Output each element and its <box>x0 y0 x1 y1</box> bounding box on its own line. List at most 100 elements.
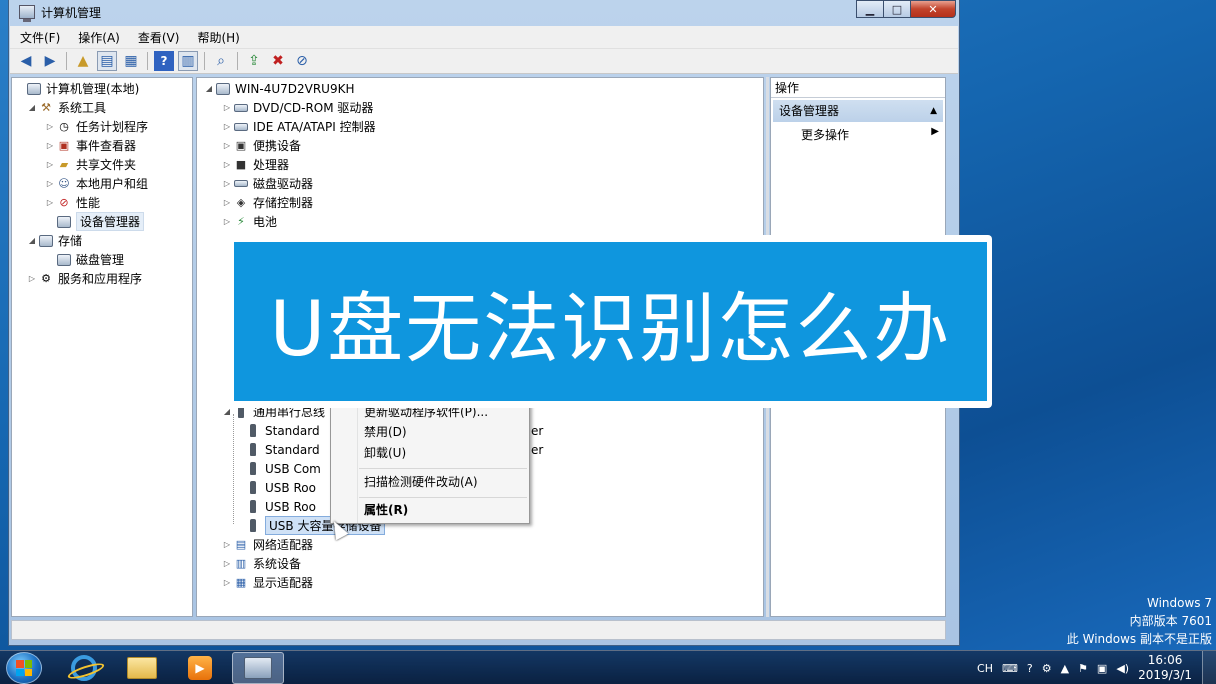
tree-item-shared-folders[interactable]: ▷ ▰ 共享文件夹 <box>44 155 136 174</box>
taskbar-internet-explorer[interactable] <box>58 652 110 684</box>
show-desktop-button[interactable] <box>1202 651 1216 684</box>
toolbar-separator <box>66 52 67 70</box>
start-button[interactable] <box>6 652 42 684</box>
taskbar-file-explorer[interactable] <box>116 652 168 684</box>
expand-triangle-icon[interactable]: ▷ <box>221 540 233 549</box>
expand-triangle-icon[interactable]: ▷ <box>221 103 233 112</box>
clock[interactable]: 16:06 2019/3/1 <box>1138 653 1192 683</box>
collapse-triangle-icon[interactable]: ◢ <box>26 236 38 245</box>
device-category-label: 系统设备 <box>253 557 302 571</box>
processor-icon: ■ <box>235 158 247 171</box>
help-icon[interactable]: ? <box>1027 662 1033 675</box>
menu-disable[interactable]: 禁用(D) <box>364 422 407 442</box>
expand-triangle-icon[interactable]: ▷ <box>221 179 233 188</box>
menu-file[interactable]: 文件(F) <box>20 29 60 46</box>
expand-triangle-icon[interactable]: ▷ <box>44 122 56 131</box>
device-category[interactable]: ▷ IDE ATA/ATAPI 控制器 <box>221 117 376 136</box>
expand-triangle-icon[interactable]: ▷ <box>44 141 56 150</box>
tree-item-disk-management[interactable]: 磁盘管理 <box>44 250 124 269</box>
show-hidden-icons-icon[interactable]: ▲ <box>1061 662 1069 675</box>
tree-item-system-tools[interactable]: ◢ ⚒ 系统工具 <box>26 98 106 117</box>
update-driver-icon[interactable]: ⇪ <box>244 51 264 71</box>
export-list-icon[interactable]: ▦ <box>121 51 141 71</box>
title-bar[interactable]: 计算机管理 <box>9 0 959 24</box>
uninstall-icon[interactable]: ✖ <box>268 51 288 71</box>
up-folder-icon[interactable]: ▲ <box>73 51 93 71</box>
actions-section-device-manager[interactable]: 设备管理器 ▲ <box>773 100 943 122</box>
language-indicator[interactable]: CH <box>977 662 993 675</box>
device-category[interactable]: ▷ DVD/CD-ROM 驱动器 <box>221 98 374 117</box>
tree-item-local-users[interactable]: ▷ ☺ 本地用户和组 <box>44 174 148 193</box>
tree-item-services-apps[interactable]: ▷ ⚙ 服务和应用程序 <box>26 269 142 288</box>
device-category-label: 电池 <box>253 215 278 229</box>
usb-device[interactable]: Standard <box>245 421 320 440</box>
volume-icon[interactable]: ◀) <box>1116 662 1129 675</box>
back-arrow-icon[interactable]: ◀ <box>16 51 36 71</box>
more-actions-link[interactable]: 更多操作 <box>801 126 849 143</box>
expand-triangle-icon[interactable]: ▷ <box>44 179 56 188</box>
device-tree-root[interactable]: ◢ WIN-4U7D2VRU9KH <box>203 79 355 98</box>
menu-properties[interactable]: 属性(R) <box>364 500 408 520</box>
expand-triangle-icon[interactable]: ▷ <box>221 141 233 150</box>
expand-triangle-icon[interactable]: ▷ <box>44 160 56 169</box>
context-menu-gutter <box>357 401 358 523</box>
menu-action[interactable]: 操作(A) <box>78 29 120 46</box>
computer-icon <box>215 81 231 96</box>
tree-item-label: 本地用户和组 <box>76 177 149 191</box>
device-category[interactable]: ▷ ◈ 存储控制器 <box>221 193 313 212</box>
menu-scan-hardware[interactable]: 扫描检测硬件改动(A) <box>364 472 478 492</box>
device-category[interactable]: ▷ ⚡ 电池 <box>221 212 277 231</box>
device-category[interactable]: ▷ ▥ 系统设备 <box>221 554 301 573</box>
menu-bar: 文件(F) 操作(A) 查看(V) 帮助(H) <box>10 26 958 48</box>
expand-triangle-icon[interactable]: ▷ <box>221 559 233 568</box>
tree-item-task-scheduler[interactable]: ▷ ◷ 任务计划程序 <box>44 117 148 136</box>
minimize-button[interactable]: ▁ <box>856 0 883 18</box>
scan-hardware-icon[interactable]: ⌕ <box>211 51 231 71</box>
expand-triangle-icon[interactable]: ▷ <box>221 217 233 226</box>
expand-triangle-icon[interactable]: ▷ <box>221 122 233 131</box>
device-category[interactable]: ▷ ▣ 便携设备 <box>221 136 301 155</box>
usb-device[interactable]: USB Roo <box>245 497 316 516</box>
tree-item-event-viewer[interactable]: ▷ ▣ 事件查看器 <box>44 136 136 155</box>
maximize-button[interactable]: □ <box>883 0 910 18</box>
device-category[interactable]: ▷ ■ 处理器 <box>221 155 289 174</box>
expand-triangle-icon[interactable]: ▷ <box>44 198 56 207</box>
keyboard-icon[interactable]: ⌨ <box>1002 662 1018 675</box>
taskbar-media-player[interactable]: ▶ <box>174 652 226 684</box>
menu-help[interactable]: 帮助(H) <box>197 29 239 46</box>
collapse-triangle-icon[interactable]: ◢ <box>26 103 38 112</box>
usb-device[interactable]: USB Com <box>245 459 321 478</box>
computer-management-app-icon <box>19 5 35 22</box>
device-category[interactable]: ▷ ▤ 网络适配器 <box>221 535 313 554</box>
expand-triangle-icon[interactable]: ▷ <box>221 198 233 207</box>
collapse-up-icon[interactable]: ▲ <box>930 100 937 122</box>
expand-triangle-icon[interactable]: ▷ <box>221 160 233 169</box>
device-category[interactable]: ▷ ▦ 显示适配器 <box>221 573 313 592</box>
settings-icon[interactable]: ⚙ <box>1042 662 1052 675</box>
menu-uninstall[interactable]: 卸载(U) <box>364 443 406 463</box>
action-pane-icon[interactable]: ▥ <box>178 51 198 71</box>
collapse-triangle-icon[interactable]: ◢ <box>203 84 215 93</box>
forward-arrow-icon[interactable]: ▶ <box>40 51 60 71</box>
menu-view[interactable]: 查看(V) <box>138 29 180 46</box>
tree-item-computer-management[interactable]: 计算机管理(本地) <box>14 79 139 98</box>
tree-item-label: 存储 <box>58 234 83 248</box>
tree-item-storage[interactable]: ◢ 存储 <box>26 231 82 250</box>
collapse-triangle-icon[interactable]: ◢ <box>221 407 233 416</box>
disable-device-icon[interactable]: ⊘ <box>292 51 312 71</box>
device-root-label: WIN-4U7D2VRU9KH <box>235 81 355 96</box>
usb-icon <box>245 461 261 476</box>
usb-device[interactable]: Standard <box>245 440 320 459</box>
network-icon[interactable]: ▣ <box>1097 662 1107 675</box>
help-icon[interactable]: ? <box>154 51 174 71</box>
close-button[interactable]: ✕ <box>910 0 956 18</box>
show-hide-tree-icon[interactable]: ▤ <box>97 51 117 71</box>
device-category[interactable]: ▷ 磁盘驱动器 <box>221 174 313 193</box>
expand-triangle-icon[interactable]: ▷ <box>221 578 233 587</box>
usb-device[interactable]: USB Roo <box>245 478 316 497</box>
tree-item-performance[interactable]: ▷ ⊘ 性能 <box>44 193 100 212</box>
taskbar-computer-management[interactable] <box>232 652 284 684</box>
expand-triangle-icon[interactable]: ▷ <box>26 274 38 283</box>
action-center-flag-icon[interactable]: ⚑ <box>1078 662 1088 675</box>
tree-item-device-manager[interactable]: 设备管理器 <box>44 212 145 231</box>
